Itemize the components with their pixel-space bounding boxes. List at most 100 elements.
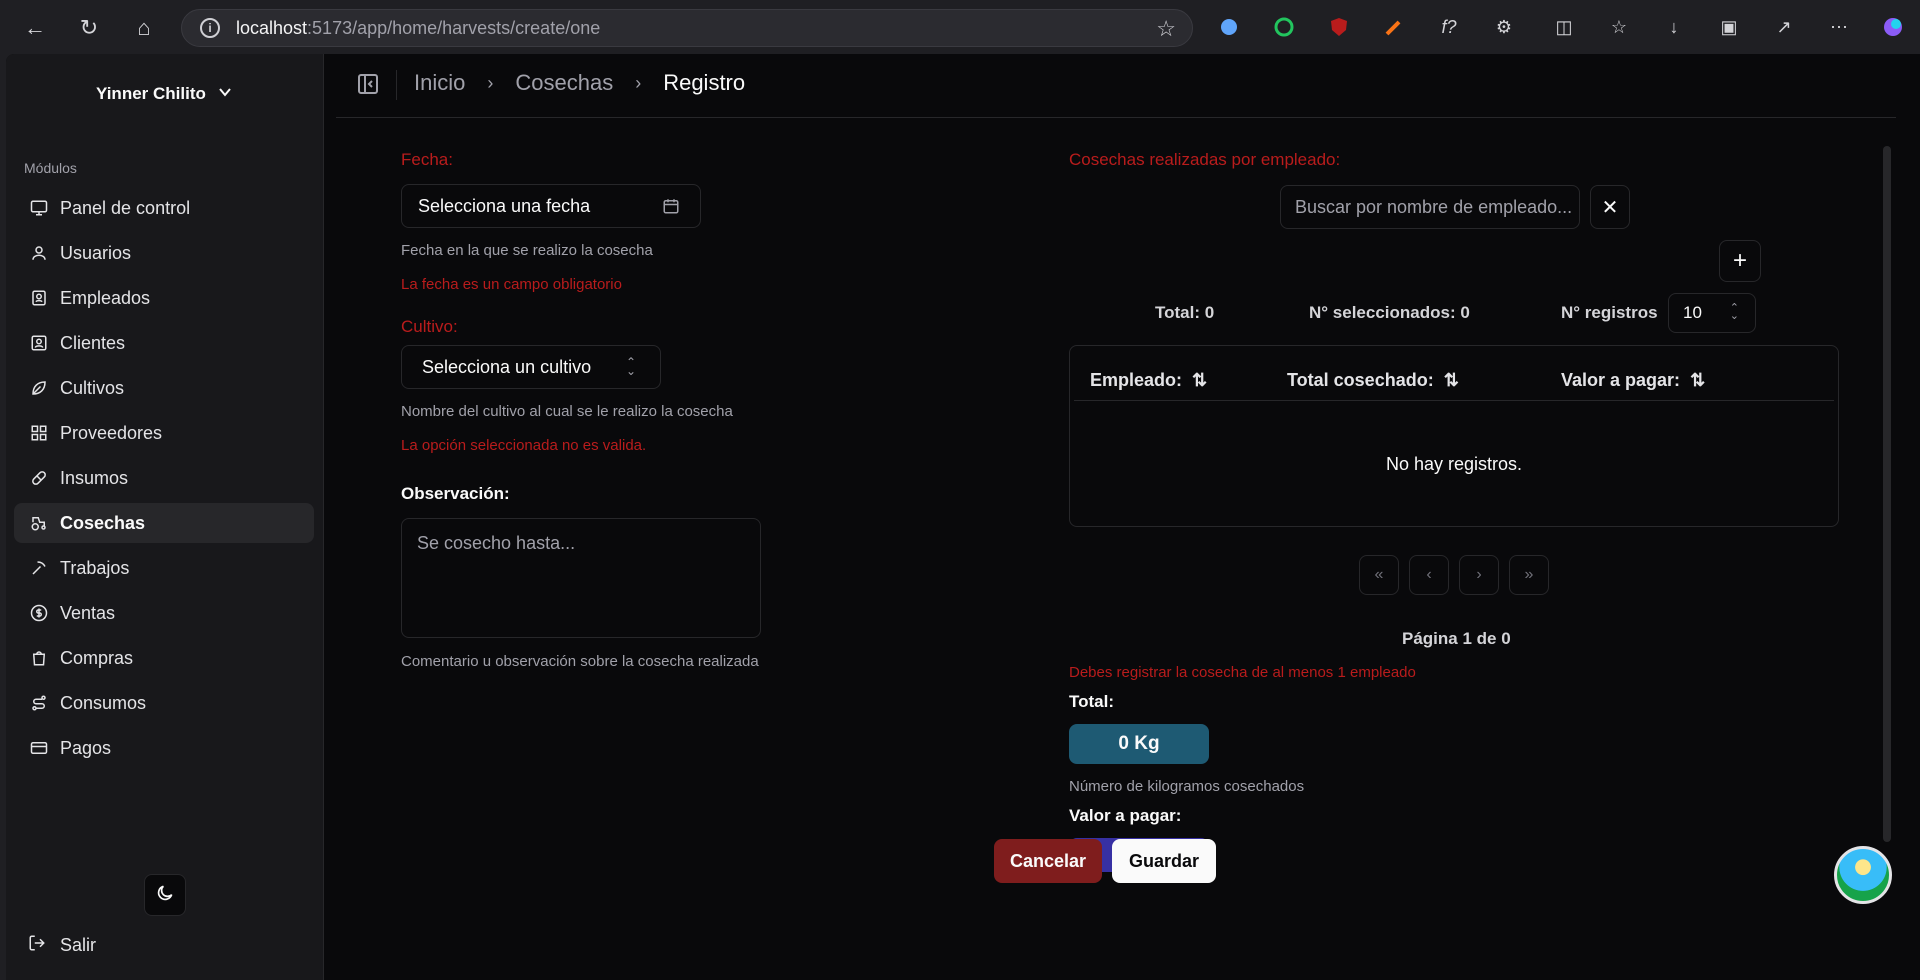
extension-icon[interactable] bbox=[1216, 14, 1242, 40]
downloads-icon[interactable]: ↓ bbox=[1661, 14, 1687, 40]
sidebar-item-label: Clientes bbox=[60, 332, 126, 353]
site-info-icon[interactable]: i bbox=[200, 18, 220, 38]
table-header-divider bbox=[1074, 400, 1834, 401]
sidebar-item-consumptions[interactable]: Consumos bbox=[14, 683, 314, 723]
sidebar-item-supplies[interactable]: Insumos bbox=[14, 458, 314, 498]
last-page-button[interactable]: » bbox=[1509, 555, 1549, 595]
records-per-page-label: N° registros bbox=[1561, 303, 1658, 322]
crop-placeholder: Selecciona un cultivo bbox=[422, 356, 592, 377]
font-icon[interactable]: f? bbox=[1436, 14, 1462, 40]
user-icon bbox=[30, 244, 48, 262]
sidebar-item-harvests[interactable]: Cosechas bbox=[14, 503, 314, 543]
sidebar-item-crops[interactable]: Cultivos bbox=[14, 368, 314, 408]
shopping-bag-icon bbox=[30, 649, 48, 667]
page-info: Página 1 de 0 bbox=[1402, 629, 1511, 648]
sidebar-item-label: Usuarios bbox=[60, 242, 132, 263]
add-employee-button[interactable]: + bbox=[1719, 240, 1761, 282]
next-page-button[interactable]: › bbox=[1459, 555, 1499, 595]
crop-error: La opción seleccionada no es valida. bbox=[401, 437, 647, 454]
sidebar: Yinner Chilito Módulos Panel de control … bbox=[6, 54, 324, 980]
ublock-icon[interactable] bbox=[1326, 14, 1352, 40]
extension-icon[interactable] bbox=[1271, 14, 1297, 40]
color-picker-icon[interactable] bbox=[1381, 14, 1407, 40]
extensions-icon[interactable]: ⚙ bbox=[1491, 14, 1517, 40]
column-label: Total cosechado: bbox=[1287, 370, 1434, 390]
dollar-circle-icon bbox=[30, 604, 48, 622]
total-title: Total: bbox=[1069, 692, 1115, 711]
pickaxe-icon bbox=[30, 559, 48, 577]
share-icon[interactable]: ↗ bbox=[1771, 14, 1797, 40]
sidebar-item-users[interactable]: Usuarios bbox=[14, 233, 314, 273]
logout-label: Salir bbox=[60, 935, 97, 955]
observation-placeholder: Se cosecho hasta... bbox=[417, 533, 576, 553]
previous-page-button[interactable]: ‹ bbox=[1409, 555, 1449, 595]
pill-icon bbox=[30, 469, 48, 487]
breadcrumb-harvests[interactable]: Cosechas bbox=[515, 70, 613, 96]
cancel-button[interactable]: Cancelar bbox=[994, 839, 1102, 883]
favorite-star-icon[interactable]: ☆ bbox=[1156, 16, 1176, 42]
theme-toggle-button[interactable] bbox=[144, 874, 186, 916]
date-error: La fecha es un campo obligatorio bbox=[401, 276, 622, 293]
browser-toolbar: ← ↻ ⌂ i localhost:5173/app/home/harvests… bbox=[0, 0, 1920, 54]
close-icon: ✕ bbox=[1601, 196, 1619, 219]
sidebar-item-label: Proveedores bbox=[60, 422, 163, 443]
screenshot-icon[interactable]: ▣ bbox=[1716, 14, 1742, 40]
clear-search-button[interactable]: ✕ bbox=[1590, 185, 1630, 229]
chevron-down-icon bbox=[218, 84, 232, 104]
observation-textarea[interactable]: Se cosecho hasta... bbox=[401, 518, 761, 638]
date-label: Fecha: bbox=[401, 150, 453, 169]
content-scrollbar[interactable] bbox=[1883, 146, 1891, 842]
employees-panel-title: Cosechas realizadas por empleado: bbox=[1069, 150, 1341, 169]
records-per-page-select[interactable]: 10 ⌃ ⌄ bbox=[1668, 293, 1756, 333]
sidebar-item-sales[interactable]: Ventas bbox=[14, 593, 314, 633]
breadcrumb: Inicio › Cosechas › Registro bbox=[414, 70, 745, 96]
reload-icon[interactable]: ↻ bbox=[74, 13, 104, 43]
sidebar-nav: Panel de control Usuarios Empleados Clie… bbox=[14, 188, 314, 773]
more-menu-icon[interactable]: ⋯ bbox=[1826, 14, 1852, 40]
chevron-right-icon: › bbox=[1476, 566, 1482, 583]
crop-help: Nombre del cultivo al cual se le realizo… bbox=[401, 403, 733, 420]
sidebar-item-label: Ventas bbox=[60, 602, 116, 623]
save-button[interactable]: Guardar bbox=[1112, 839, 1216, 883]
sidebar-item-clients[interactable]: Clientes bbox=[14, 323, 314, 363]
moon-icon bbox=[155, 883, 175, 908]
sidebar-item-employees[interactable]: Empleados bbox=[14, 278, 314, 318]
leaf-icon bbox=[30, 379, 48, 397]
column-header-employee[interactable]: Empleado: ⇅ bbox=[1090, 370, 1207, 391]
tractor-icon bbox=[30, 514, 48, 532]
favorites-icon[interactable]: ☆ bbox=[1606, 14, 1632, 40]
harvest-details-table: Empleado: ⇅ Total cosechado: ⇅ Valor a p… bbox=[1069, 345, 1839, 527]
home-icon[interactable]: ⌂ bbox=[129, 13, 159, 43]
grid-icon bbox=[30, 424, 48, 442]
assistant-avatar[interactable] bbox=[1834, 846, 1892, 904]
sidebar-item-panel[interactable]: Panel de control bbox=[14, 188, 314, 228]
crop-select[interactable]: Selecciona un cultivo ⌃ ⌄ bbox=[401, 345, 661, 389]
sidebar-item-suppliers[interactable]: Proveedores bbox=[14, 413, 314, 453]
split-screen-icon[interactable]: ◫ bbox=[1551, 14, 1577, 40]
date-picker[interactable]: Selecciona una fecha bbox=[401, 184, 701, 228]
breadcrumb-home[interactable]: Inicio bbox=[414, 70, 465, 96]
double-chevron-left-icon: « bbox=[1374, 566, 1384, 583]
sidebar-item-payments[interactable]: Pagos bbox=[14, 728, 314, 768]
column-header-total-harvested[interactable]: Total cosechado: ⇅ bbox=[1287, 370, 1459, 391]
sidebar-item-label: Pagos bbox=[60, 737, 112, 758]
contact-icon bbox=[30, 334, 48, 352]
total-kg-badge: 0 Kg bbox=[1069, 724, 1209, 764]
back-icon[interactable]: ← bbox=[20, 13, 50, 43]
copilot-icon[interactable] bbox=[1880, 14, 1906, 40]
empty-table-message: No hay registros. bbox=[1385, 454, 1523, 474]
chevron-up-down-icon: ⌃ ⌄ bbox=[625, 355, 636, 378]
header-divider bbox=[396, 70, 397, 100]
address-bar[interactable]: i localhost:5173/app/home/harvests/creat… bbox=[181, 9, 1193, 47]
sidebar-item-works[interactable]: Trabajos bbox=[14, 548, 314, 588]
sidebar-toggle-icon[interactable] bbox=[356, 72, 382, 98]
credit-card-icon bbox=[30, 739, 48, 757]
date-placeholder: Selecciona una fecha bbox=[418, 195, 591, 216]
user-menu[interactable]: Yinner Chilito bbox=[96, 84, 232, 104]
first-page-button[interactable]: « bbox=[1359, 555, 1399, 595]
column-header-value-to-pay[interactable]: Valor a pagar: ⇅ bbox=[1561, 370, 1705, 391]
logout-button[interactable]: Salir bbox=[28, 934, 96, 957]
employee-search-input[interactable]: Buscar por nombre de empleado... bbox=[1280, 185, 1580, 229]
date-help: Fecha en la que se realizo la cosecha bbox=[401, 242, 653, 259]
sidebar-item-purchases[interactable]: Compras bbox=[14, 638, 314, 678]
